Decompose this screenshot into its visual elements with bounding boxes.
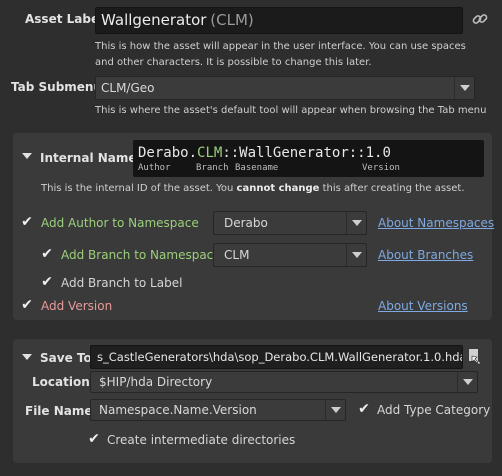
add-version-label: Add Version <box>41 299 113 313</box>
add-branch-label: Add Branch to Namespace <box>61 248 221 262</box>
tab-submenu-label: Tab Submenu <box>11 80 103 94</box>
about-namespaces-link[interactable]: About Namespaces <box>378 216 494 230</box>
chevron-down-icon <box>346 212 366 234</box>
author-select-value: Derabo <box>224 216 268 230</box>
asset-label-help: This is how the asset will appear in the… <box>95 41 466 68</box>
caption-branch: Branch <box>196 163 229 173</box>
file-name-select[interactable]: Namespace.Name.Version <box>90 399 346 421</box>
add-branch-checkbox[interactable]: ✔ <box>40 247 54 261</box>
add-branch-to-label-label: Add Branch to Label <box>61 276 183 290</box>
author-select[interactable]: Derabo <box>213 211 367 235</box>
asset-label-suffix: (CLM) <box>210 11 254 29</box>
caption-version: Version <box>362 163 400 173</box>
link-icon[interactable] <box>471 10 489 28</box>
branch-select[interactable]: CLM <box>213 243 367 267</box>
tab-submenu-help: This is where the asset's default tool w… <box>95 105 487 116</box>
save-to-path-input[interactable]: s_CastleGenerators\hda\sop_Derabo.CLM.Wa… <box>90 345 463 369</box>
about-branches-link[interactable]: About Branches <box>378 248 473 262</box>
file-name-label: File Name <box>25 404 93 418</box>
add-author-label: Add Author to Namespace <box>41 216 199 230</box>
file-name-value: Namespace.Name.Version <box>99 403 257 417</box>
ns-basename: WallGenerator <box>239 145 349 161</box>
ns-author: Derabo <box>138 145 189 161</box>
chevron-down-icon <box>325 400 345 420</box>
internal-name-display: Derabo.CLM::WallGenerator::1.0 Author Br… <box>133 140 484 177</box>
tab-submenu-select[interactable]: CLM/Geo <box>95 76 475 100</box>
add-type-category-label: Add Type Category <box>377 403 491 417</box>
location-value: $HIP/hda Directory <box>99 375 213 389</box>
about-versions-link[interactable]: About Versions <box>378 299 468 313</box>
chevron-down-icon <box>457 372 477 392</box>
save-to-path-value: s_CastleGenerators\hda\sop_Derabo.CLM.Wa… <box>97 350 463 364</box>
internal-name-help: This is the internal ID of the asset. Yo… <box>41 183 465 194</box>
caption-author: Author <box>138 163 171 173</box>
asset-label-label: Asset Label <box>25 12 104 26</box>
location-label: Location <box>32 375 90 389</box>
ns-branch: CLM <box>197 145 223 161</box>
create-dirs-checkbox[interactable]: ✔ <box>87 432 101 446</box>
ns-version: 1.0 <box>365 145 391 161</box>
ns-sep2: :: <box>348 145 366 161</box>
add-type-category-checkbox[interactable]: ✔ <box>357 402 371 416</box>
ns-dot: . <box>188 145 198 161</box>
location-select[interactable]: $HIP/hda Directory <box>90 371 478 393</box>
asset-label-value: Wallgenerator <box>101 11 207 29</box>
add-branch-label-checkbox[interactable]: ✔ <box>40 275 54 289</box>
create-dirs-label: Create intermediate directories <box>107 433 296 447</box>
chevron-down-icon <box>346 244 366 266</box>
add-author-checkbox[interactable]: ✔ <box>20 215 34 229</box>
collapse-triangle-icon[interactable] <box>22 153 32 159</box>
caption-basename: Basename <box>235 163 279 173</box>
branch-select-value: CLM <box>224 248 250 262</box>
save-to-label: Save To <box>40 351 92 365</box>
ns-sep1: :: <box>222 145 240 161</box>
add-version-checkbox[interactable]: ✔ <box>20 298 34 312</box>
collapse-triangle-icon[interactable] <box>22 354 32 360</box>
chevron-down-icon <box>454 77 474 99</box>
tab-submenu-value: CLM/Geo <box>101 81 155 95</box>
internal-name-label: Internal Name <box>40 151 137 165</box>
file-browse-icon[interactable] <box>467 348 481 365</box>
asset-label-input[interactable]: Wallgenerator (CLM) <box>95 7 463 34</box>
